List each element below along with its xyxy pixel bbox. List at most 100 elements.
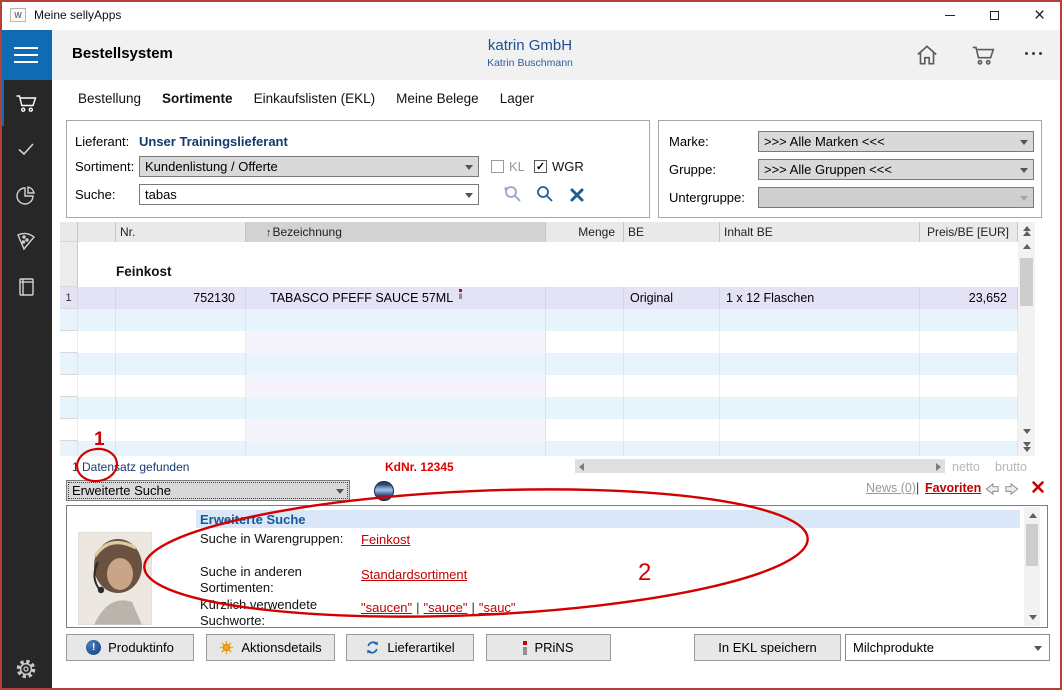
col-nr[interactable]: Nr. <box>116 222 246 242</box>
panel-title: Erweiterte Suche <box>196 510 1020 528</box>
link-saucen[interactable]: "saucen" <box>361 600 412 615</box>
search-input[interactable]: tabas <box>139 184 479 205</box>
table-row[interactable]: 1 752130 TABASCO PFEFF SAUCE 57ML Origin… <box>60 287 1018 309</box>
chevron-down-icon <box>1020 196 1028 201</box>
marke-value: >>> Alle Marken <<< <box>764 134 885 149</box>
marke-label: Marke: <box>669 134 709 149</box>
close-panel-icon[interactable] <box>1030 479 1046 495</box>
cell-nr: 752130 <box>116 287 246 309</box>
pie-chart-icon <box>14 183 38 207</box>
empty-row <box>60 419 1018 441</box>
sidebar-item-bestellsystem[interactable] <box>0 80 52 126</box>
settings-button[interactable] <box>0 654 52 684</box>
empty-row <box>60 441 1018 456</box>
kl-checkbox[interactable] <box>491 160 504 173</box>
scroll-top-icon[interactable] <box>1023 231 1031 236</box>
cart-icon <box>14 91 38 115</box>
horizontal-scrollbar[interactable] <box>575 459 945 473</box>
link-sauc[interactable]: "sauc" <box>479 600 516 615</box>
col-inhalt-be[interactable]: Inhalt BE <box>720 222 920 242</box>
refresh-icon <box>365 640 380 655</box>
sortiment-select[interactable]: Kundenlistung / Offerte <box>139 156 479 177</box>
clear-search-icon[interactable] <box>567 185 587 205</box>
hamburger-menu-icon[interactable] <box>0 30 52 80</box>
sidebar-item-check[interactable] <box>0 126 52 172</box>
search-icon[interactable] <box>535 184 555 204</box>
close-button[interactable] <box>1017 0 1062 30</box>
col-bezeichnung[interactable]: Bezeichnung <box>246 222 546 242</box>
arrow-left-icon[interactable] <box>984 482 1000 496</box>
link-sauce[interactable]: "sauce" <box>424 600 468 615</box>
panel-scrollbar[interactable] <box>1024 507 1040 626</box>
extended-search-select[interactable]: Erweiterte Suche <box>66 480 350 501</box>
tab-meine-belege[interactable]: Meine Belege <box>396 91 479 106</box>
favoriten-link[interactable]: Favoriten <box>925 481 981 495</box>
empty-row <box>60 397 1018 419</box>
pizza-slice-icon <box>14 229 38 253</box>
scroll-up-icon[interactable] <box>1029 513 1037 518</box>
scroll-bottom-icon[interactable] <box>1023 447 1031 452</box>
col-be[interactable]: BE <box>624 222 720 242</box>
marke-select[interactable]: >>> Alle Marken <<< <box>758 131 1034 152</box>
produktinfo-button[interactable]: Produktinfo <box>66 634 194 661</box>
home-icon[interactable] <box>914 42 940 68</box>
tab-einkaufslisten[interactable]: Einkaufslisten (EKL) <box>254 91 376 106</box>
arrow-right-icon[interactable] <box>1004 482 1020 496</box>
group-label: Feinkost <box>78 242 1018 287</box>
brutto-toggle[interactable]: brutto <box>995 460 1027 474</box>
scrollbar-thumb[interactable] <box>1020 258 1033 306</box>
scroll-down-icon[interactable] <box>1023 429 1031 434</box>
more-menu-icon[interactable] <box>1025 52 1042 55</box>
cell-menge <box>546 287 624 309</box>
scroll-down-icon[interactable] <box>1029 615 1037 620</box>
sidebar-item-statistics[interactable] <box>0 172 52 218</box>
scroll-left-icon[interactable] <box>579 463 584 471</box>
wgr-checkbox[interactable] <box>534 160 547 173</box>
cell-bezeichnung: TABASCO PFEFF SAUCE 57ML <box>246 287 546 309</box>
gear-icon <box>14 657 38 681</box>
extended-search-value: Erweiterte Suche <box>72 483 171 498</box>
advanced-search-icon[interactable] <box>503 184 523 204</box>
company-name: katrin GmbH <box>390 37 670 54</box>
tab-sortimente[interactable]: Sortimente <box>162 91 233 106</box>
minimize-icon <box>945 15 955 16</box>
cart-icon[interactable] <box>970 42 996 68</box>
info-marker-icon <box>459 289 462 299</box>
minimize-button[interactable] <box>927 0 972 30</box>
untergruppe-label: Untergruppe: <box>669 190 745 205</box>
col-menge[interactable]: Menge <box>546 222 624 242</box>
window-title: Meine sellyApps <box>34 8 121 22</box>
lieferartikel-button[interactable]: Lieferartikel <box>346 634 474 661</box>
sidebar-item-catalog[interactable] <box>0 264 52 310</box>
maximize-button[interactable] <box>972 0 1017 30</box>
link-feinkost[interactable]: Feinkost <box>361 532 410 547</box>
prins-button[interactable]: PRiNS <box>486 634 611 661</box>
ekl-target-select[interactable]: Milchprodukte <box>845 634 1050 661</box>
news-link[interactable]: News (0) <box>866 481 916 495</box>
globe-icon[interactable] <box>374 481 394 501</box>
sidebar-item-products[interactable] <box>0 218 52 264</box>
sortiment-label: Sortiment: <box>75 159 134 174</box>
gruppe-select[interactable]: >>> Alle Gruppen <<< <box>758 159 1034 180</box>
in-ekl-speichern-button[interactable]: In EKL speichern <box>694 634 841 661</box>
close-icon <box>1034 6 1045 25</box>
chevron-down-icon <box>336 489 344 494</box>
scroll-right-icon[interactable] <box>936 463 941 471</box>
tab-lager[interactable]: Lager <box>500 91 535 106</box>
kl-label: KL <box>509 159 525 174</box>
book-icon <box>14 275 38 299</box>
netto-toggle[interactable]: netto <box>952 460 980 474</box>
gruppe-label: Gruppe: <box>669 162 716 177</box>
scroll-up-icon[interactable] <box>1023 244 1031 249</box>
maximize-icon <box>990 11 999 20</box>
aktionsdetails-button[interactable]: Aktionsdetails <box>206 634 335 661</box>
app-window: W Meine sellyApps Bestellsystem katrin G… <box>0 0 1062 690</box>
company-user: Katrin Buschmann <box>390 57 670 69</box>
cell-preis: 23,652 <box>920 287 1018 309</box>
link-standardsortiment[interactable]: Standardsortiment <box>361 567 467 582</box>
cell-inhalt-be: 1 x 12 Flaschen <box>720 287 920 309</box>
table-scrollbar[interactable] <box>1018 222 1035 456</box>
scrollbar-thumb[interactable] <box>1026 524 1038 566</box>
col-preis[interactable]: Preis/BE [EUR] <box>920 222 1018 242</box>
tab-bestellung[interactable]: Bestellung <box>78 91 141 106</box>
